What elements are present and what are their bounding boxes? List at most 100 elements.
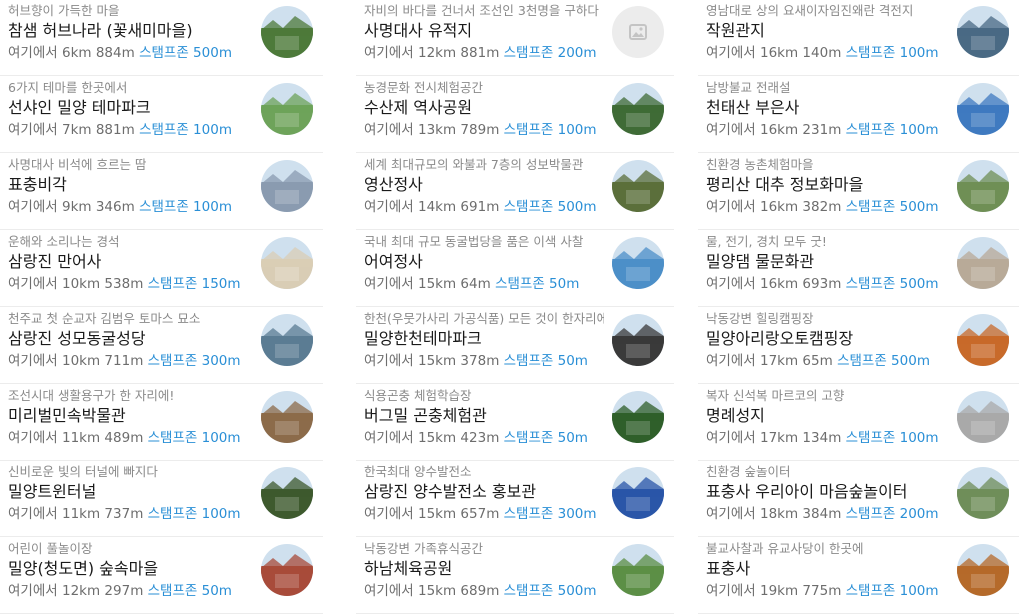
thumbnail-photo (957, 236, 1009, 289)
item-subtitle: 불교사찰과 유교사당이 한곳에 (706, 541, 864, 557)
thumbnail-photo (612, 159, 664, 212)
list-item[interactable]: 불교사찰과 유교사당이 한곳에 표충사 여기에서 19km 775m 스탬프존 10… (698, 538, 1019, 614)
item-subtitle: 국내 최대 규모 동굴법당을 품은 이색 사찰 (364, 233, 584, 249)
stamp-zone-radius: 100m (201, 506, 241, 523)
list-item[interactable]: 낙동강변 힐링캠핑장 밀양아리랑오토캠핑장 여기에서 17km 65m 스탬프존 5… (698, 308, 1019, 384)
item-text: 허브향이 가득한 마을 참샘 허브나라 (꽃새미마을) 여기에서 6km 884m … (8, 2, 253, 63)
item-title: 천태산 부은사 (706, 97, 800, 117)
column-3: 영남대로 상의 요새이자임진왜란 격전지 작원관지 여기에서 16km 140m 스… (698, 0, 1019, 614)
item-title: 하남체육공원 (364, 559, 453, 579)
thumbnail-photo (957, 390, 1009, 443)
item-distance-row: 여기에서 17km 65m 스탬프존 500m (706, 351, 949, 371)
list-item[interactable]: 농경문화 전시체험공간 수산제 역사공원 여기에서 13km 789m 스탬프존 1… (356, 77, 674, 153)
item-distance-row: 여기에서 6km 884m 스탬프존 500m (8, 43, 253, 63)
stamp-zone: 스탬프존 50m (495, 276, 579, 292)
thumbnail-photo (957, 6, 1009, 58)
list-item[interactable]: 세계 최대규모의 와불과 7층의 성보박물관영산정사여기에서 14km 691m… (356, 154, 674, 230)
list-item[interactable]: 친환경 숲놀이터 표충사 우리아이 마음숲놀이터 여기에서 18km 384m 스탬… (698, 461, 1019, 538)
stamp-zone: 스탬프존 100m (846, 583, 939, 599)
list-item[interactable]: 한천(우뭇가사리 가공식품) 모든 것이 한자리에밀양한천테마파크여기에서 15… (356, 308, 674, 384)
item-distance-row: 여기에서 11km 737m 스탬프존 100m (8, 504, 253, 524)
list-item[interactable]: 국내 최대 규모 동굴법당을 품은 이색 사찰 어여정사 여기에서 15km 64m… (356, 231, 674, 307)
distance-value: 10km 538m (61, 275, 144, 292)
list-item[interactable]: 어린이 풀놀이장 밀양(청도면) 숲속마을 여기에서 12km 297m 스탬프존 … (0, 538, 323, 614)
distance-value: 19km 775m (759, 583, 842, 600)
item-subtitle: 세계 최대규모의 와불과 7층의 성보박물관 (364, 156, 584, 172)
item-distance-row: 여기에서 7km 881m 스탬프존 100m (8, 120, 253, 140)
distance-value: 6km 884m (61, 45, 135, 61)
item-subtitle: 낙동강변 힐링캠핑장 (706, 310, 814, 326)
item-text: 남방불교 전래설 천태산 부은사 여기에서 16km 231m 스탬프존 100m (706, 79, 949, 140)
distance-value: 15km 423m (417, 429, 500, 446)
distance-prefix: 여기에서 (8, 506, 58, 523)
distance-value: 18km 384m (759, 506, 842, 523)
list-item[interactable]: 사명대사 비석에 흐르는 땀 표충비각 여기에서 9km 346m 스탬프존 100… (0, 154, 323, 230)
list-item[interactable]: 허브향이 가득한 마을 참샘 허브나라 (꽃새미마을) 여기에서 6km 884m … (0, 0, 323, 76)
thumbnail-photo (261, 6, 313, 58)
stamp-zone-label: 스탬프존 (503, 198, 554, 215)
list-item[interactable]: 운해와 소리나는 경석 삼랑진 만어사 여기에서 10km 538m 스탬프존 15… (0, 231, 323, 307)
stamp-zone-radius: 500m (891, 352, 930, 369)
item-subtitle: 한천(우뭇가사리 가공식품) 모든 것이 한자리에 (364, 310, 604, 326)
item-text: 농경문화 전시체험공간 수산제 역사공원 여기에서 13km 789m 스탬프존 1… (364, 79, 604, 140)
list-item[interactable]: 낙동강변 가족휴식공간 하남체육공원 여기에서 15km 689m 스탬프존 500… (356, 538, 674, 614)
distance-value: 15km 657m (417, 506, 500, 523)
stamp-zone-label: 스탬프존 (837, 352, 887, 369)
stamp-zone-radius: 100m (193, 121, 232, 138)
distance-prefix: 여기에서 (364, 275, 414, 292)
item-distance-row: 여기에서 16km 693m 스탬프존 500m (706, 274, 949, 294)
stamp-zone-radius: 50m (201, 583, 232, 600)
item-title: 작원관지 (706, 21, 765, 40)
item-distance-row: 여기에서 17km 134m 스탬프존 100m (706, 428, 949, 448)
item-subtitle: 농경문화 전시체험공간 (364, 79, 483, 95)
list-item[interactable]: 친환경 농촌체험마을 평리산 대추 정보화마을 여기에서 16km 382m 스탬프… (698, 154, 1019, 230)
list-item[interactable]: 식용곤충 체험학습장 버그밀 곤충체험관 여기에서 15km 423m 스탬프존 5… (356, 385, 674, 461)
stamp-zone: 스탬프존 100m (504, 122, 597, 138)
stamp-zone-radius: 100m (201, 429, 241, 446)
list-item[interactable]: 6가지 테마를 한곳에서 선샤인 밀양 테마파크 여기에서 7km 881m 스탬프… (0, 77, 323, 153)
stamp-zone: 스탬프존 300m (148, 353, 241, 369)
list-item[interactable]: 자비의 바다를 건너서 조선인 3천명을 구하다 사명대사 유적지 여기에서 12k… (356, 0, 674, 76)
list-item[interactable]: 천주교 첫 순교자 김범우 토마스 묘소 삼랑진 성모동굴성당 여기에서 10km … (0, 308, 323, 384)
stamp-zone-radius: 100m (193, 198, 232, 215)
list-item[interactable]: 복자 신석복 마르코의 고향 명례성지 여기에서 17km 134m 스탬프존 10… (698, 385, 1019, 461)
distance-value: 12km 881m (417, 45, 500, 61)
stamp-zone-radius: 300m (201, 352, 241, 369)
distance-prefix: 여기에서 (8, 352, 58, 369)
item-subtitle: 천주교 첫 순교자 김범우 토마스 묘소 (8, 310, 201, 326)
distance-prefix: 여기에서 (8, 45, 58, 61)
item-title: 영산정사 (364, 174, 423, 194)
item-title: 밀양(청도면) 숲속마을 (8, 559, 159, 579)
item-subtitle: 운해와 소리나는 경석 (8, 233, 120, 249)
distance-prefix: 여기에서 (8, 275, 58, 292)
thumbnail-photo (957, 544, 1009, 597)
distance-prefix: 여기에서 (364, 352, 414, 369)
attraction-list-grid: 허브향이 가득한 마을 참샘 허브나라 (꽃새미마을) 여기에서 6km 884m … (0, 0, 1019, 614)
item-distance-row: 여기에서 15km 657m 스탬프존 300m (364, 504, 604, 524)
stamp-zone: 스탬프존 300m (504, 506, 597, 522)
item-distance-row: 여기에서 10km 711m 스탬프존 300m (8, 351, 253, 371)
item-distance-row: 여기에서 15km 378m 스탬프존 50m (364, 351, 604, 371)
distance-prefix: 여기에서 (8, 429, 58, 446)
list-item[interactable]: 물, 전기, 경치 모두 굿! 밀양댐 물문화관 여기에서 16km 693m 스탬… (698, 231, 1019, 307)
stamp-zone: 스탬프존 150m (148, 276, 241, 292)
stamp-zone: 스탬프존 100m (148, 430, 241, 446)
list-item[interactable]: 한국최대 양수발전소 삼랑진 양수발전소 홍보관 여기에서 15km 657m 스탬… (356, 461, 674, 538)
item-title: 삼랑진 양수발전소 홍보관 (364, 482, 537, 502)
list-item[interactable]: 남방불교 전래설 천태산 부은사 여기에서 16km 231m 스탬프존 100m (698, 77, 1019, 153)
stamp-zone-radius: 300m (557, 506, 597, 523)
distance-value: 16km 693m (759, 275, 842, 292)
item-subtitle: 낙동강변 가족휴식공간 (364, 541, 483, 557)
item-distance-row: 여기에서 18km 384m 스탬프존 200m (706, 504, 949, 524)
item-distance-row: 여기에서 19km 775m 스탬프존 100m (706, 581, 949, 601)
stamp-zone-label: 스탬프존 (503, 121, 554, 138)
item-text: 자비의 바다를 건너서 조선인 3천명을 구하다 사명대사 유적지 여기에서 12k… (364, 2, 604, 63)
list-item[interactable]: 신비로운 빛의 터널에 빠지다 밀양트윈터널 여기에서 11km 737m 스탬프존… (0, 461, 323, 538)
item-title: 표충비각 (8, 174, 67, 194)
item-title: 밀양한천테마파크 (364, 328, 482, 348)
item-distance-row: 여기에서 14km 691m 스탬프존 500m (364, 197, 604, 217)
stamp-zone-radius: 100m (899, 429, 939, 446)
list-item[interactable]: 영남대로 상의 요새이자임진왜란 격전지 작원관지 여기에서 16km 140m 스… (698, 0, 1019, 76)
item-text: 6가지 테마를 한곳에서 선샤인 밀양 테마파크 여기에서 7km 881m 스탬프… (8, 79, 253, 140)
list-item[interactable]: 조선시대 생활용구가 한 자리에! 미리벌민속박물관 여기에서 11km 489m … (0, 385, 323, 461)
